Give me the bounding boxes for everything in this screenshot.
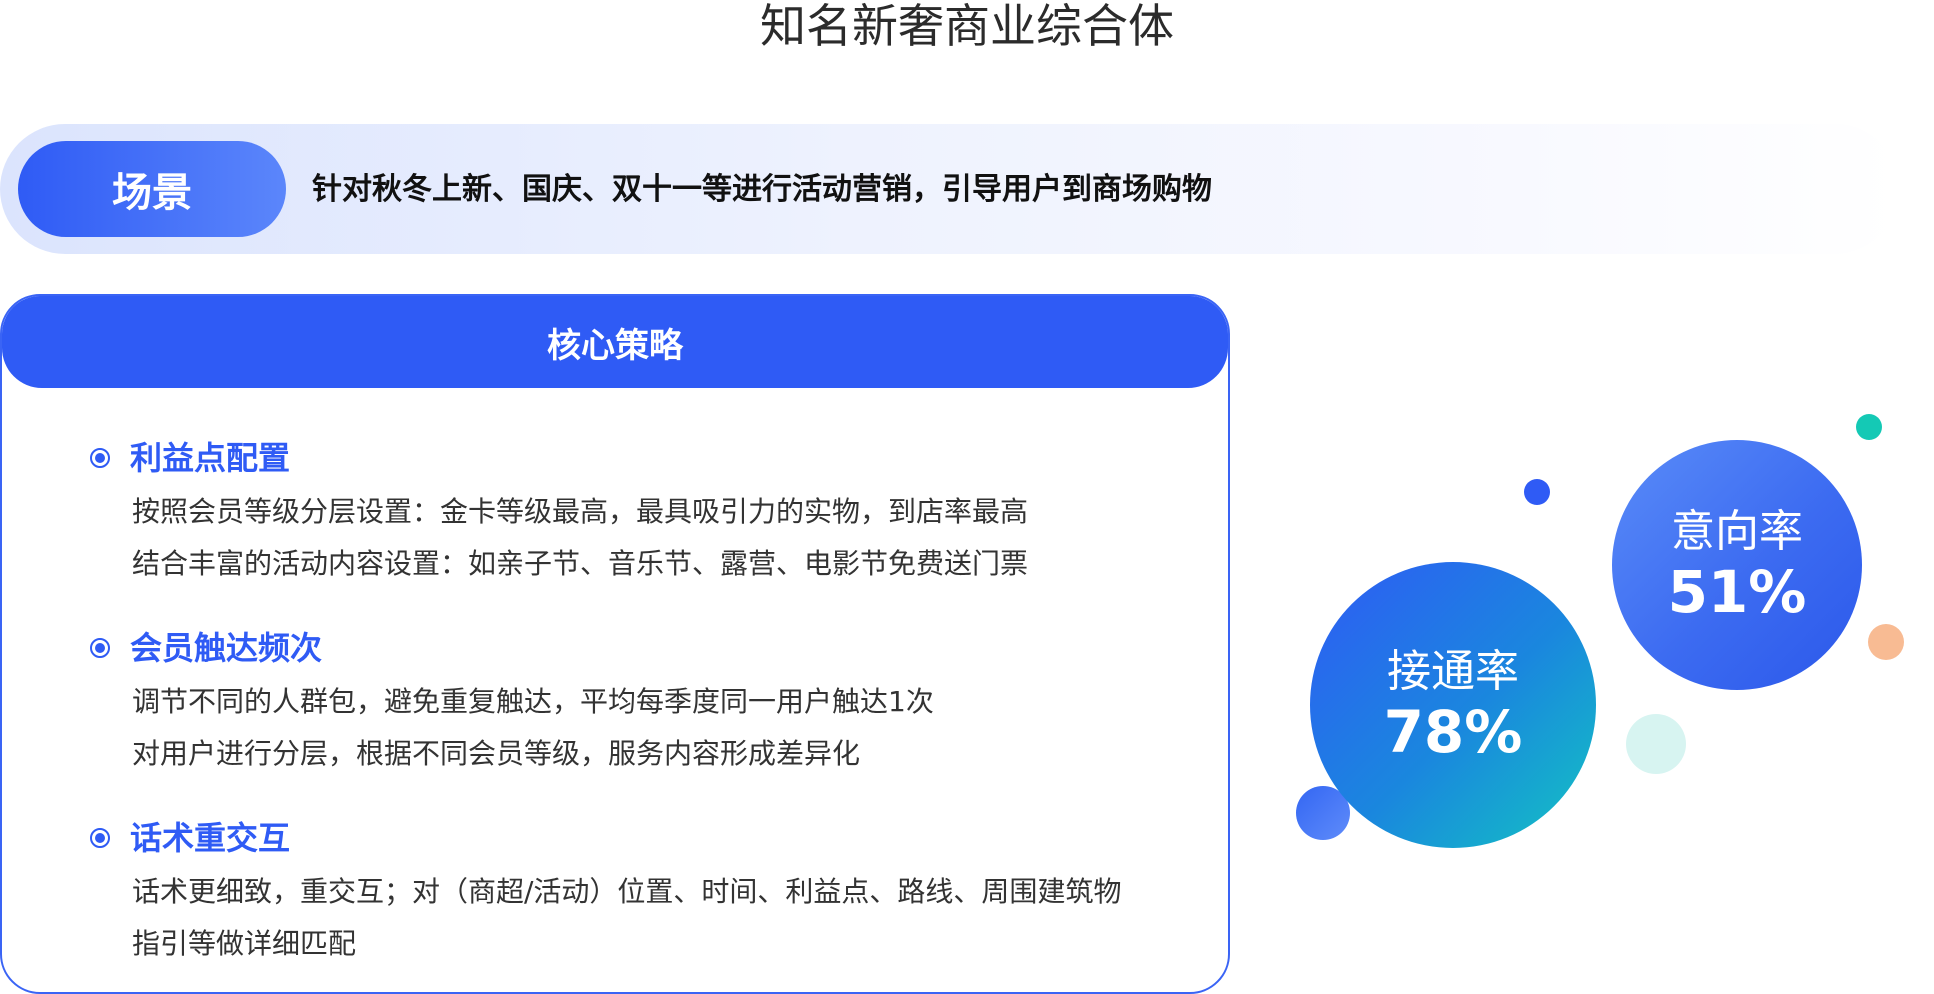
section-line: 按照会员等级分层设置：金卡等级最高，最具吸引力的实物，到店率最高 [132,495,1029,528]
radio-bullet-icon [90,828,110,848]
decorative-dot [1868,624,1904,660]
scene-label-pill: 场景 [18,141,286,237]
connect-rate-bubble: 接通率 78% [1310,562,1596,848]
connect-rate-label: 接通率 [1387,646,1519,697]
section-line: 结合丰富的活动内容设置：如亲子节、音乐节、露营、电影节免费送门票 [132,547,1029,580]
section-title: 会员触达频次 [90,628,934,668]
radio-bullet-icon [90,448,110,468]
strategy-section-script: 话术重交互 话术更细致，重交互；对（商超/活动）位置、时间、利益点、路线、周围建… [90,818,1121,970]
intent-rate-label: 意向率 [1671,506,1803,557]
decorative-dot [1524,479,1550,505]
core-strategy-header: 核心策略 [2,296,1228,388]
section-line: 对用户进行分层，根据不同会员等级，服务内容形成差异化 [132,737,861,770]
section-title-text: 会员触达频次 [130,629,323,667]
intent-rate-value: 51% [1667,558,1807,626]
scene-description: 针对秋冬上新、国庆、双十一等进行活动营销，引导用户到商场购物 [312,172,1212,207]
radio-bullet-icon [90,638,110,658]
section-title-text: 利益点配置 [130,439,291,477]
connect-rate-value: 78% [1383,698,1523,766]
strategy-section-frequency: 会员触达频次 调节不同的人群包，避免重复触达，平均每季度同一用户触达1次 对用户… [90,628,934,780]
page-title: 知名新奢商业综合体 [760,0,1174,53]
intent-rate-bubble: 意向率 51% [1612,440,1862,690]
section-title-text: 话术重交互 [130,819,291,857]
section-title: 话术重交互 [90,818,1121,858]
core-strategy-card: 核心策略 利益点配置 按照会员等级分层设置：金卡等级最高，最具吸引力的实物，到店… [0,294,1230,994]
section-line: 话术更细致，重交互；对（商超/活动）位置、时间、利益点、路线、周围建筑物 [132,875,1122,908]
section-line: 指引等做详细匹配 [132,927,357,960]
decorative-dot [1626,714,1686,774]
section-title: 利益点配置 [90,438,1028,478]
strategy-section-benefits: 利益点配置 按照会员等级分层设置：金卡等级最高，最具吸引力的实物，到店率最高 结… [90,438,1028,590]
section-line: 调节不同的人群包，避免重复触达，平均每季度同一用户触达1次 [132,685,934,718]
decorative-dot [1856,414,1882,440]
